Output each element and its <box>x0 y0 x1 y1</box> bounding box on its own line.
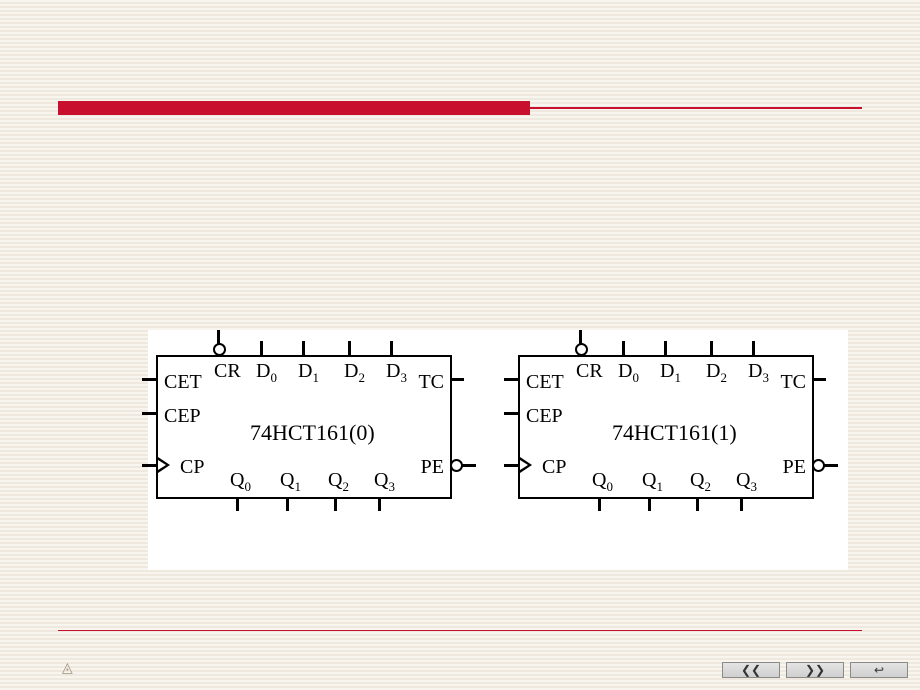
stub <box>740 497 743 511</box>
chip-0-d1: D1 <box>298 360 319 386</box>
stub <box>752 341 755 355</box>
stub <box>824 464 838 467</box>
stub <box>812 378 826 381</box>
clock-triangle-icon <box>158 457 170 473</box>
stub <box>236 497 239 511</box>
nav-controls: ❮❮ ❯❯ ↩ <box>722 662 908 678</box>
stub <box>648 497 651 511</box>
stub <box>142 464 156 467</box>
negation-bubble-icon <box>213 343 226 356</box>
chip-1-q3: Q3 <box>736 469 757 495</box>
stub <box>390 341 393 355</box>
stub <box>579 330 582 344</box>
stub <box>260 341 263 355</box>
stub <box>504 412 518 415</box>
chip-1-cep: CEP <box>526 405 563 428</box>
header-bar <box>58 101 862 115</box>
stub <box>450 378 464 381</box>
stub <box>142 412 156 415</box>
stub <box>378 497 381 511</box>
stub <box>334 497 337 511</box>
chip-0-q3: Q3 <box>374 469 395 495</box>
chip-0-cp: CP <box>180 456 204 479</box>
chip-1-d1: D1 <box>660 360 681 386</box>
negation-bubble-icon <box>575 343 588 356</box>
clock-triangle-icon <box>520 457 532 473</box>
logo-icon: ◬ <box>62 660 73 677</box>
stub <box>348 341 351 355</box>
chip-1-q1: Q1 <box>642 469 663 495</box>
chip-0-cep: CEP <box>164 405 201 428</box>
chip-1: 74HCT161(1) CET CEP CP TC PE CR D0 D1 D2… <box>518 355 814 499</box>
header-bar-thick <box>58 101 530 115</box>
chip-0-title: 74HCT161(0) <box>250 420 375 446</box>
chip-0-tc: TC <box>418 371 444 394</box>
chip-1-d3: D3 <box>748 360 769 386</box>
back-button[interactable]: ↩ <box>850 662 908 678</box>
chip-1-cr: CR <box>576 360 603 383</box>
stub <box>622 341 625 355</box>
stub <box>286 497 289 511</box>
chip-1-tc: TC <box>780 371 806 394</box>
stub <box>504 464 518 467</box>
chip-0-d3: D3 <box>386 360 407 386</box>
chip-1-d2: D2 <box>706 360 727 386</box>
stub <box>664 341 667 355</box>
stub <box>598 497 601 511</box>
chip-0-d0: D0 <box>256 360 277 386</box>
next-button[interactable]: ❯❯ <box>786 662 844 678</box>
stub <box>710 341 713 355</box>
chip-0-pe: PE <box>421 456 444 479</box>
footer-line <box>58 630 862 631</box>
chip-0-cr: CR <box>214 360 241 383</box>
chip-1-q0: Q0 <box>592 469 613 495</box>
stub <box>504 378 518 381</box>
chip-1-cp: CP <box>542 456 566 479</box>
chip-0-q1: Q1 <box>280 469 301 495</box>
prev-button[interactable]: ❮❮ <box>722 662 780 678</box>
chip-0: 74HCT161(0) CET CEP CP TC PE CR D0 D1 D2… <box>156 355 452 499</box>
chip-1-title: 74HCT161(1) <box>612 420 737 446</box>
circuit-diagram: 74HCT161(0) CET CEP CP TC PE CR D0 D1 D2… <box>148 330 848 570</box>
stub <box>696 497 699 511</box>
chip-1-q2: Q2 <box>690 469 711 495</box>
chip-1-pe: PE <box>783 456 806 479</box>
chip-0-d2: D2 <box>344 360 365 386</box>
chip-0-q2: Q2 <box>328 469 349 495</box>
chip-0-q0: Q0 <box>230 469 251 495</box>
chip-1-d0: D0 <box>618 360 639 386</box>
stub <box>142 378 156 381</box>
header-bar-thin <box>530 107 862 109</box>
chip-0-cet: CET <box>164 371 202 394</box>
stub <box>462 464 476 467</box>
chip-1-cet: CET <box>526 371 564 394</box>
stub <box>217 330 220 344</box>
stub <box>302 341 305 355</box>
